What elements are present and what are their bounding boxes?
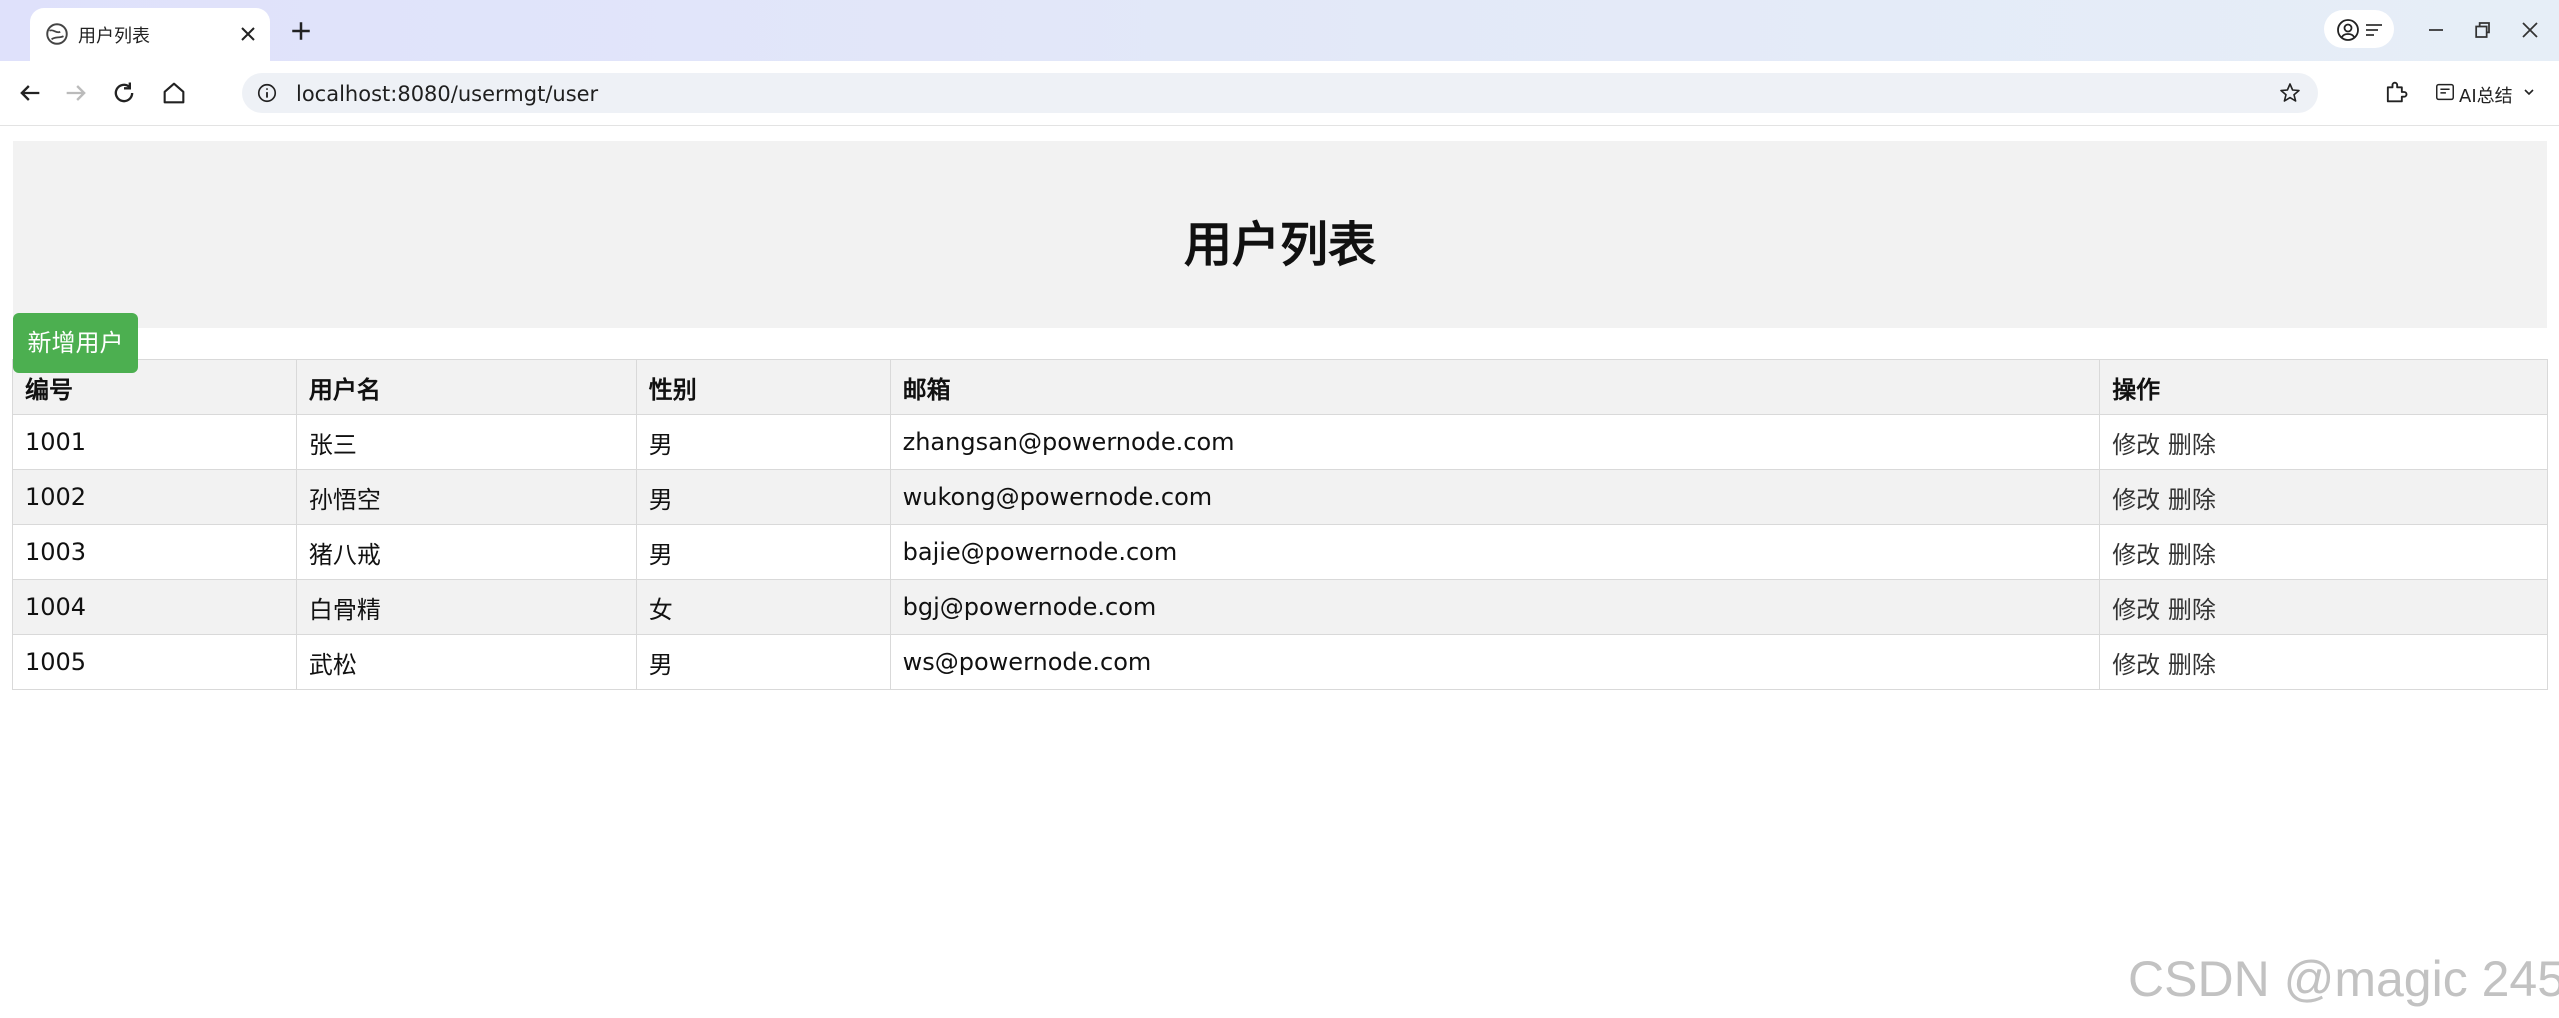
arrow-left-icon[interactable] [16, 79, 44, 107]
info-icon[interactable] [256, 82, 278, 104]
cell-username: 武松 [295, 634, 637, 690]
profile-button[interactable] [2324, 10, 2394, 48]
edit-link[interactable]: 修改 [2112, 431, 2160, 459]
window-close-icon[interactable] [2516, 16, 2544, 44]
cell-username: 白骨精 [295, 579, 637, 635]
page-title: 用户列表 [1183, 217, 1376, 273]
minimize-icon[interactable] [2422, 16, 2450, 44]
reload-icon[interactable] [110, 79, 138, 107]
add-user-button[interactable]: 新增用户 [13, 313, 138, 373]
cell-id: 1003 [12, 524, 297, 580]
edit-link[interactable]: 修改 [2112, 486, 2160, 514]
header-actions: 操作 [2099, 359, 2548, 415]
cell-email: wukong@powernode.com [889, 469, 2101, 525]
cell-email: ws@powernode.com [889, 634, 2101, 690]
avatar-icon [2337, 19, 2359, 41]
url-text[interactable]: localhost:8080/usermgt/user [296, 82, 598, 106]
arrow-right-icon[interactable] [62, 79, 90, 107]
globe-icon [46, 23, 68, 45]
watermark: CSDN @magic 245 [2128, 951, 2559, 1007]
cell-id: 1002 [12, 469, 297, 525]
delete-link[interactable]: 删除 [2168, 651, 2216, 679]
edit-link[interactable]: 修改 [2112, 596, 2160, 624]
cell-gender: 男 [635, 469, 891, 525]
home-icon[interactable] [160, 79, 188, 107]
cell-gender: 女 [635, 579, 891, 635]
cell-actions: 修改 删除 [2099, 414, 2548, 470]
delete-link[interactable]: 删除 [2168, 541, 2216, 569]
cell-gender: 男 [635, 414, 891, 470]
table-row: 1002 孙悟空 男 wukong@powernode.com 修改 删除 [12, 469, 2548, 525]
cell-username: 孙悟空 [295, 469, 637, 525]
table-header-row: 编号 用户名 性别 邮箱 操作 [12, 359, 2548, 415]
delete-link[interactable]: 删除 [2168, 596, 2216, 624]
active-tab[interactable]: 用户列表 [30, 8, 270, 61]
cell-id: 1005 [12, 634, 297, 690]
address-bar[interactable]: localhost:8080/usermgt/user [242, 73, 2318, 113]
cell-gender: 男 [635, 524, 891, 580]
star-icon[interactable] [2278, 81, 2302, 105]
cell-gender: 男 [635, 634, 891, 690]
header-email: 邮箱 [889, 359, 2101, 415]
cell-username: 猪八戒 [295, 524, 637, 580]
table-row: 1001 张三 男 zhangsan@powernode.com 修改 删除 [12, 414, 2548, 470]
cell-actions: 修改 删除 [2099, 524, 2548, 580]
cell-email: bgj@powernode.com [889, 579, 2101, 635]
cell-actions: 修改 删除 [2099, 579, 2548, 635]
restore-icon[interactable] [2468, 16, 2496, 44]
puzzle-icon[interactable] [2382, 78, 2410, 106]
cell-email: zhangsan@powernode.com [889, 414, 2101, 470]
tab-title: 用户列表 [78, 26, 150, 47]
close-icon[interactable] [236, 22, 260, 46]
table-row: 1003 猪八戒 男 bajie@powernode.com 修改 删除 [12, 524, 2548, 580]
table-row: 1004 白骨精 女 bgj@powernode.com 修改 删除 [12, 579, 2548, 635]
cell-id: 1001 [12, 414, 297, 470]
edit-link[interactable]: 修改 [2112, 651, 2160, 679]
chevron-down-icon [2524, 89, 2534, 96]
edit-link[interactable]: 修改 [2112, 541, 2160, 569]
cell-username: 张三 [295, 414, 637, 470]
page-header: 用户列表 [13, 141, 2547, 328]
table-row: 1005 武松 男 ws@powernode.com 修改 删除 [12, 634, 2548, 690]
cell-email: bajie@powernode.com [889, 524, 2101, 580]
browser-toolbar: localhost:8080/usermgt/user [0, 61, 2559, 126]
header-gender: 性别 [635, 359, 891, 415]
delete-link[interactable]: 删除 [2168, 486, 2216, 514]
cell-actions: 修改 删除 [2099, 634, 2548, 690]
cell-actions: 修改 删除 [2099, 469, 2548, 525]
user-table: 编号 用户名 性别 邮箱 操作 1001 张三 男 zhangsan@power… [12, 359, 2548, 690]
ai-summary-label: AI总结 [2459, 86, 2513, 107]
header-username: 用户名 [295, 359, 637, 415]
cell-id: 1004 [12, 579, 297, 635]
reading-list-icon [2366, 24, 2382, 36]
document-icon [2436, 83, 2454, 101]
delete-link[interactable]: 删除 [2168, 431, 2216, 459]
tab-strip: 用户列表 [0, 0, 2559, 61]
plus-icon[interactable] [286, 16, 316, 46]
